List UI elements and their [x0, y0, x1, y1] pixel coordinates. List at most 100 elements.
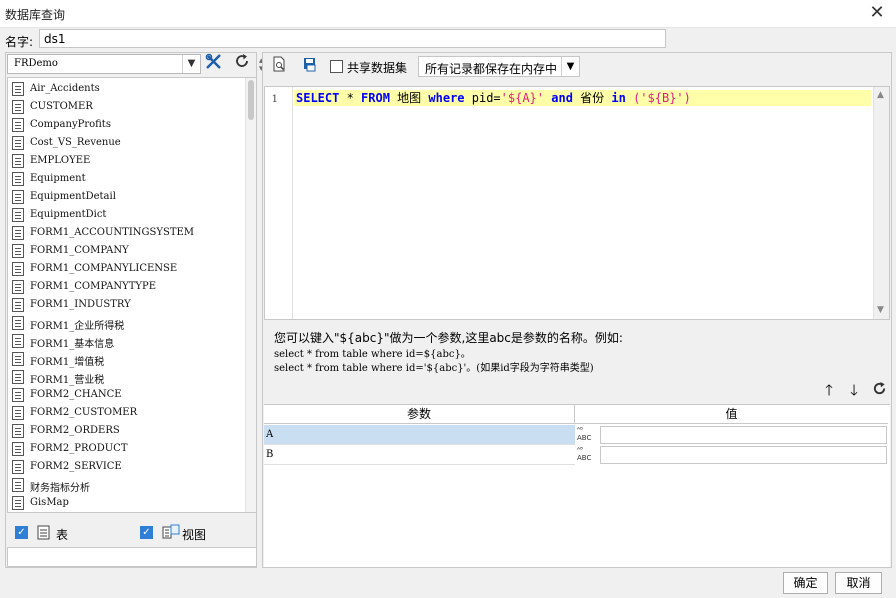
- table-list-item[interactable]: FORM1_基本信息: [10, 332, 244, 350]
- table-name: FORM1_基本信息: [30, 339, 115, 350]
- sql-token: 省份: [572, 91, 612, 105]
- table-name: CUSTOMER: [30, 101, 93, 112]
- table-icon: [12, 82, 24, 96]
- chevron-down-icon[interactable]: ▼: [561, 57, 579, 76]
- table-list-item[interactable]: EquipmentDict: [10, 206, 244, 224]
- table-icon: [12, 136, 24, 150]
- title-bar: 数据库查询 ✕: [0, 0, 896, 28]
- left-panel: FRDemo ▼ ▴▾ Air_AccidentsCUSTOMERCompany…: [5, 52, 264, 568]
- refresh-icon[interactable]: [231, 53, 253, 74]
- scroll-down-icon[interactable]: ▼: [877, 305, 884, 315]
- param-name[interactable]: A: [264, 425, 575, 445]
- table-icon: [12, 172, 24, 186]
- name-input[interactable]: [39, 29, 666, 48]
- table-list-item[interactable]: FORM1_企业所得税: [10, 314, 244, 332]
- table-list-item[interactable]: Equipment: [10, 170, 244, 188]
- table-search-box[interactable]: [7, 547, 257, 567]
- param-type-icon[interactable]: ᴬ⁸ ABC: [577, 446, 599, 464]
- param-value-input[interactable]: [600, 446, 887, 464]
- sql-token: (: [625, 91, 641, 105]
- param-row[interactable]: Bᴬ⁸ ABC: [264, 445, 888, 465]
- table-list-scrollbar[interactable]: [245, 78, 256, 512]
- view-checkbox[interactable]: ✓: [140, 526, 153, 539]
- table-name: GisMap: [30, 497, 69, 508]
- refresh-params-icon[interactable]: [870, 381, 888, 399]
- memory-select-value: 所有记录都保存在内存中: [425, 62, 558, 76]
- param-type-icon[interactable]: ᴬ⁸ ABC: [577, 426, 599, 444]
- table-list-item[interactable]: FORM2_CUSTOMER: [10, 404, 244, 422]
- table-list-item[interactable]: FORM1_营业税: [10, 368, 244, 386]
- table-icon: [12, 100, 24, 114]
- table-list-item[interactable]: FORM1_INDUSTRY: [10, 296, 244, 314]
- table-list-item[interactable]: 财务指标分析: [10, 476, 244, 494]
- table-list-item[interactable]: Cost_VS_Revenue: [10, 134, 244, 152]
- table-icon: [12, 370, 24, 384]
- table-icon: [12, 334, 24, 348]
- table-name: Equipment: [30, 173, 86, 184]
- table-icon: [12, 226, 24, 240]
- table-list-item[interactable]: FORM2_PRODUCT: [10, 440, 244, 458]
- sql-token: SELECT: [296, 91, 340, 105]
- cancel-button[interactable]: 取消: [835, 572, 882, 594]
- share-dataset-checkbox[interactable]: [330, 60, 343, 73]
- table-name: FORM2_SERVICE: [30, 461, 122, 472]
- table-name: FORM1_COMPANY: [30, 245, 129, 256]
- move-up-icon[interactable]: 🡑: [820, 381, 838, 399]
- table-icon: [12, 388, 24, 402]
- scrollbar-thumb[interactable]: [248, 80, 254, 120]
- sql-token: in: [611, 91, 626, 105]
- sql-token: 地图: [389, 91, 429, 105]
- table-list-item[interactable]: FORM1_COMPANYLICENSE: [10, 260, 244, 278]
- table-icon: [12, 352, 24, 366]
- table-list-item[interactable]: CUSTOMER: [10, 98, 244, 116]
- table-list-item[interactable]: FORM1_COMPANY: [10, 242, 244, 260]
- table-list-item[interactable]: EMPLOYEE: [10, 152, 244, 170]
- close-icon[interactable]: ✕: [866, 2, 888, 24]
- memory-select[interactable]: 所有记录都保存在内存中 ▼: [418, 56, 580, 77]
- param-value-input[interactable]: [600, 426, 887, 444]
- table-list-item[interactable]: FORM1_增值税: [10, 350, 244, 368]
- database-select[interactable]: FRDemo ▼: [7, 54, 201, 74]
- right-panel: 共享数据集 所有记录都保存在内存中 ▼ 1 SELECT * FROM 地图 w…: [262, 52, 892, 568]
- table-icon: [12, 496, 24, 510]
- table-checkbox[interactable]: ✓: [15, 526, 28, 539]
- sql-token: ): [683, 91, 691, 105]
- table-icon: [12, 424, 24, 438]
- chevron-down-icon[interactable]: ▼: [182, 55, 200, 73]
- sql-token: *: [339, 91, 362, 105]
- table-icon: [12, 190, 24, 204]
- save-icon[interactable]: [299, 56, 321, 76]
- tools-icon[interactable]: [203, 53, 225, 74]
- editor-scrollbar[interactable]: ▲ ▼: [873, 87, 889, 319]
- line-gutter: 1: [265, 87, 293, 319]
- sql-token: '${A}': [500, 91, 545, 105]
- preview-icon[interactable]: [268, 56, 290, 76]
- sql-code-line[interactable]: SELECT * FROM 地图 where pid='${A}' and 省份…: [294, 90, 871, 106]
- table-icon: [12, 118, 24, 132]
- table-list-item[interactable]: FORM1_ACCOUNTINGSYSTEM: [10, 224, 244, 242]
- database-value: FRDemo: [14, 58, 58, 69]
- ok-button[interactable]: 确定: [783, 572, 828, 594]
- scroll-up-icon[interactable]: ▲: [877, 90, 884, 100]
- move-down-icon[interactable]: 🡓: [845, 381, 863, 399]
- param-name[interactable]: B: [264, 445, 575, 465]
- sql-editor[interactable]: 1 SELECT * FROM 地图 where pid='${A}' and …: [264, 86, 890, 320]
- table-icon: [12, 442, 24, 456]
- table-name: FORM1_INDUSTRY: [30, 299, 131, 310]
- param-header-name: 参数: [264, 405, 575, 424]
- table-list-item[interactable]: FORM1_COMPANYTYPE: [10, 278, 244, 296]
- param-type-glyph-top: ᴬ⁸: [577, 446, 583, 454]
- parameter-table: 参数 值 Aᴬ⁸ ABC Bᴬ⁸ ABC: [264, 404, 890, 567]
- table-icon: [12, 280, 24, 294]
- table-name: FORM1_增值税: [30, 357, 105, 368]
- table-list-item[interactable]: FORM2_SERVICE: [10, 458, 244, 476]
- view-option-label: 视图: [182, 528, 207, 542]
- sql-token: '${B}': [640, 91, 684, 105]
- table-list-item[interactable]: FORM2_ORDERS: [10, 422, 244, 440]
- table-list-item[interactable]: GisMap: [10, 494, 244, 512]
- table-list-item[interactable]: FORM2_CHANCE: [10, 386, 244, 404]
- table-list-item[interactable]: Air_Accidents: [10, 80, 244, 98]
- param-row[interactable]: Aᴬ⁸ ABC: [264, 425, 888, 445]
- table-list-item[interactable]: EquipmentDetail: [10, 188, 244, 206]
- table-list-item[interactable]: CompanyProfits: [10, 116, 244, 134]
